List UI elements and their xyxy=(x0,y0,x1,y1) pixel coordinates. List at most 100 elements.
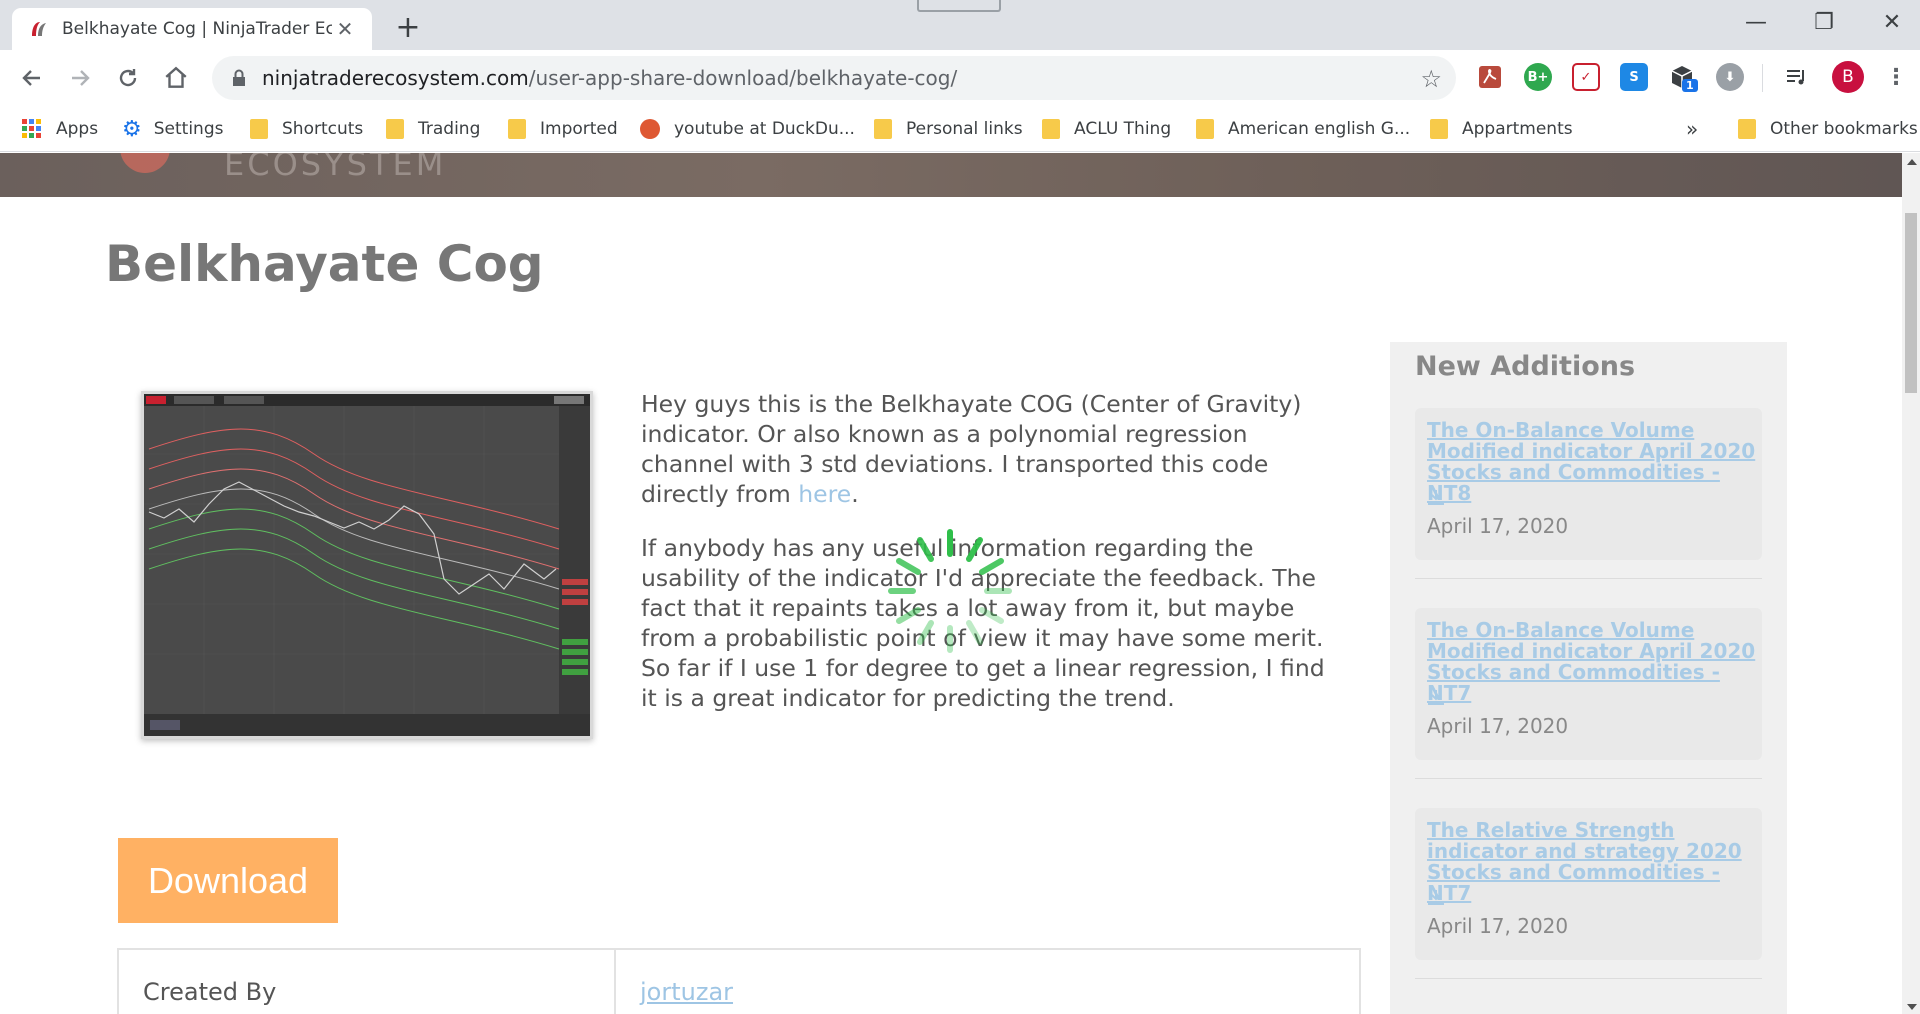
card-separator xyxy=(1415,778,1762,779)
pocket-extension-icon[interactable]: ✓ xyxy=(1572,63,1600,91)
new-tab-icon[interactable]: + xyxy=(392,10,424,45)
card-separator xyxy=(1415,978,1762,979)
restore-icon[interactable]: ❐ xyxy=(1796,6,1852,40)
source-link[interactable]: here xyxy=(798,480,851,508)
bplus-extension-icon[interactable]: B+ xyxy=(1524,63,1552,91)
close-window-icon[interactable]: ✕ xyxy=(1864,6,1920,40)
site-header-banner: ECOSYSTEM xyxy=(0,153,1902,197)
folder-icon xyxy=(250,119,268,139)
scroll-thumb[interactable] xyxy=(1905,213,1917,393)
addition-date: April 17, 2020 xyxy=(1427,714,1569,738)
addition-card: The On-Balance Volume Modified indicator… xyxy=(1415,408,1762,560)
gear-icon: ⚙ xyxy=(122,116,142,142)
home-icon[interactable] xyxy=(158,60,194,96)
toolbar-divider xyxy=(1762,64,1763,92)
bookmarks-overflow-icon[interactable]: » xyxy=(1686,115,1698,143)
bookmark-label: Appartments xyxy=(1462,119,1573,139)
bookmark-appartments[interactable]: Appartments xyxy=(1430,115,1573,143)
author-link[interactable]: jortuzar xyxy=(640,978,733,1006)
download-icon[interactable] xyxy=(1427,688,1445,706)
tab-title: Belkhayate Cog | NinjaTrader Eco xyxy=(62,19,332,39)
bookmark-american-english[interactable]: American english G... xyxy=(1196,115,1410,143)
address-bar[interactable]: ninjatraderecosystem.com/user-app-share-… xyxy=(212,56,1456,100)
bookmark-label: Other bookmarks xyxy=(1770,119,1918,139)
bookmark-settings[interactable]: ⚙ Settings xyxy=(122,115,223,143)
loading-spinner-icon xyxy=(888,529,1012,653)
bookmark-label: Personal links xyxy=(906,119,1023,139)
addition-date: April 17, 2020 xyxy=(1427,514,1569,538)
url-path: /user-app-share-download/belkhayate-cog/ xyxy=(528,66,958,90)
bookmark-label: Settings xyxy=(153,119,224,139)
apps-grid-icon xyxy=(22,119,41,138)
bookmark-label: Apps xyxy=(56,119,99,139)
new-additions-sidebar: New Additions The On-Balance Volume Modi… xyxy=(1390,342,1787,1014)
ninjatrader-favicon-icon xyxy=(32,22,46,36)
bookmark-shortcuts[interactable]: Shortcuts xyxy=(250,115,363,143)
bookmark-label: American english G... xyxy=(1228,119,1411,139)
bookmark-label: Shortcuts xyxy=(282,119,364,139)
menu-kebab-icon[interactable]: ⋮ xyxy=(1882,63,1910,91)
bookmark-label: youtube at DuckDu... xyxy=(674,119,855,139)
profile-avatar[interactable]: B xyxy=(1832,61,1864,93)
folder-icon xyxy=(386,119,404,139)
scroll-up-icon[interactable] xyxy=(1907,159,1917,165)
addition-title-link[interactable]: The Relative Strength indicator and stra… xyxy=(1427,820,1757,904)
bookmark-apps[interactable]: Apps xyxy=(22,115,98,143)
addition-title-link[interactable]: The On-Balance Volume Modified indicator… xyxy=(1427,420,1757,504)
page-viewport: ECOSYSTEM Belkhayate Cog Hey guys this i… xyxy=(0,153,1902,1014)
folder-icon xyxy=(1430,119,1448,139)
folder-icon xyxy=(874,119,892,139)
bookmark-label: Trading xyxy=(418,119,481,139)
folder-icon xyxy=(508,119,526,139)
card-separator xyxy=(1415,578,1762,579)
browser-tab[interactable]: Belkhayate Cog | NinjaTrader Eco ✕ xyxy=(12,8,372,50)
details-table: Created By jortuzar xyxy=(117,948,1361,1014)
minimize-icon[interactable]: — xyxy=(1728,6,1784,40)
duckduckgo-icon xyxy=(640,119,660,139)
bookmark-personal-links[interactable]: Personal links xyxy=(874,115,1023,143)
window-drag-handle[interactable] xyxy=(917,0,1001,12)
indicator-chart-image xyxy=(144,394,590,736)
forward-icon[interactable] xyxy=(62,60,98,96)
bookmark-label: ACLU Thing xyxy=(1074,119,1172,139)
bookmarks-bar: Apps ⚙ Settings Shortcuts Trading Import… xyxy=(0,106,1920,152)
sidebar-title: New Additions xyxy=(1415,351,1636,382)
extension-badge: 1 xyxy=(1682,79,1698,92)
bookmark-star-icon[interactable]: ☆ xyxy=(1420,65,1442,93)
url-host: ninjatraderecosystem.com xyxy=(262,66,529,90)
back-icon[interactable] xyxy=(14,60,50,96)
addition-title-link[interactable]: The On-Balance Volume Modified indicator… xyxy=(1427,620,1757,704)
download-icon[interactable] xyxy=(1427,888,1445,906)
site-logo-icon[interactable] xyxy=(120,153,170,173)
addition-card: The On-Balance Volume Modified indicator… xyxy=(1415,608,1762,760)
page-title: Belkhayate Cog xyxy=(105,235,544,293)
addition-card: The Relative Strength indicator and stra… xyxy=(1415,808,1762,960)
media-queue-icon[interactable] xyxy=(1782,63,1810,91)
bookmark-label: Imported xyxy=(540,119,618,139)
bookmark-trading[interactable]: Trading xyxy=(386,115,480,143)
bookmark-aclu-thing[interactable]: ACLU Thing xyxy=(1042,115,1171,143)
indicator-screenshot[interactable] xyxy=(141,391,593,739)
created-by-label: Created By xyxy=(143,978,277,1006)
folder-icon xyxy=(1042,119,1060,139)
pdf-extension-icon[interactable] xyxy=(1476,63,1504,91)
package-extension-icon[interactable]: 1 xyxy=(1668,63,1698,92)
description-paragraph-1: Hey guys this is the Belkhayate COG (Cen… xyxy=(641,390,1302,508)
download-extension-icon[interactable]: ⬇ xyxy=(1716,63,1744,91)
site-logo-text: ECOSYSTEM xyxy=(224,153,447,183)
lock-icon[interactable] xyxy=(232,69,246,87)
download-button[interactable]: Download xyxy=(118,838,338,923)
scroll-down-icon[interactable] xyxy=(1907,1004,1917,1010)
bookmark-imported[interactable]: Imported xyxy=(508,115,618,143)
skype-extension-icon[interactable]: S xyxy=(1620,63,1648,91)
folder-icon xyxy=(1196,119,1214,139)
bookmark-youtube-duckduckgo[interactable]: youtube at DuckDu... xyxy=(640,115,855,143)
close-tab-icon[interactable]: ✕ xyxy=(332,17,358,41)
download-icon[interactable] xyxy=(1427,488,1445,506)
tab-strip: Belkhayate Cog | NinjaTrader Eco ✕ + — ❐… xyxy=(0,0,1920,50)
browser-toolbar: ninjatraderecosystem.com/user-app-share-… xyxy=(0,50,1920,106)
folder-icon xyxy=(1738,119,1756,139)
reload-icon[interactable] xyxy=(110,60,146,96)
page-scrollbar[interactable] xyxy=(1902,153,1920,1014)
bookmark-other[interactable]: Other bookmarks xyxy=(1738,115,1918,143)
